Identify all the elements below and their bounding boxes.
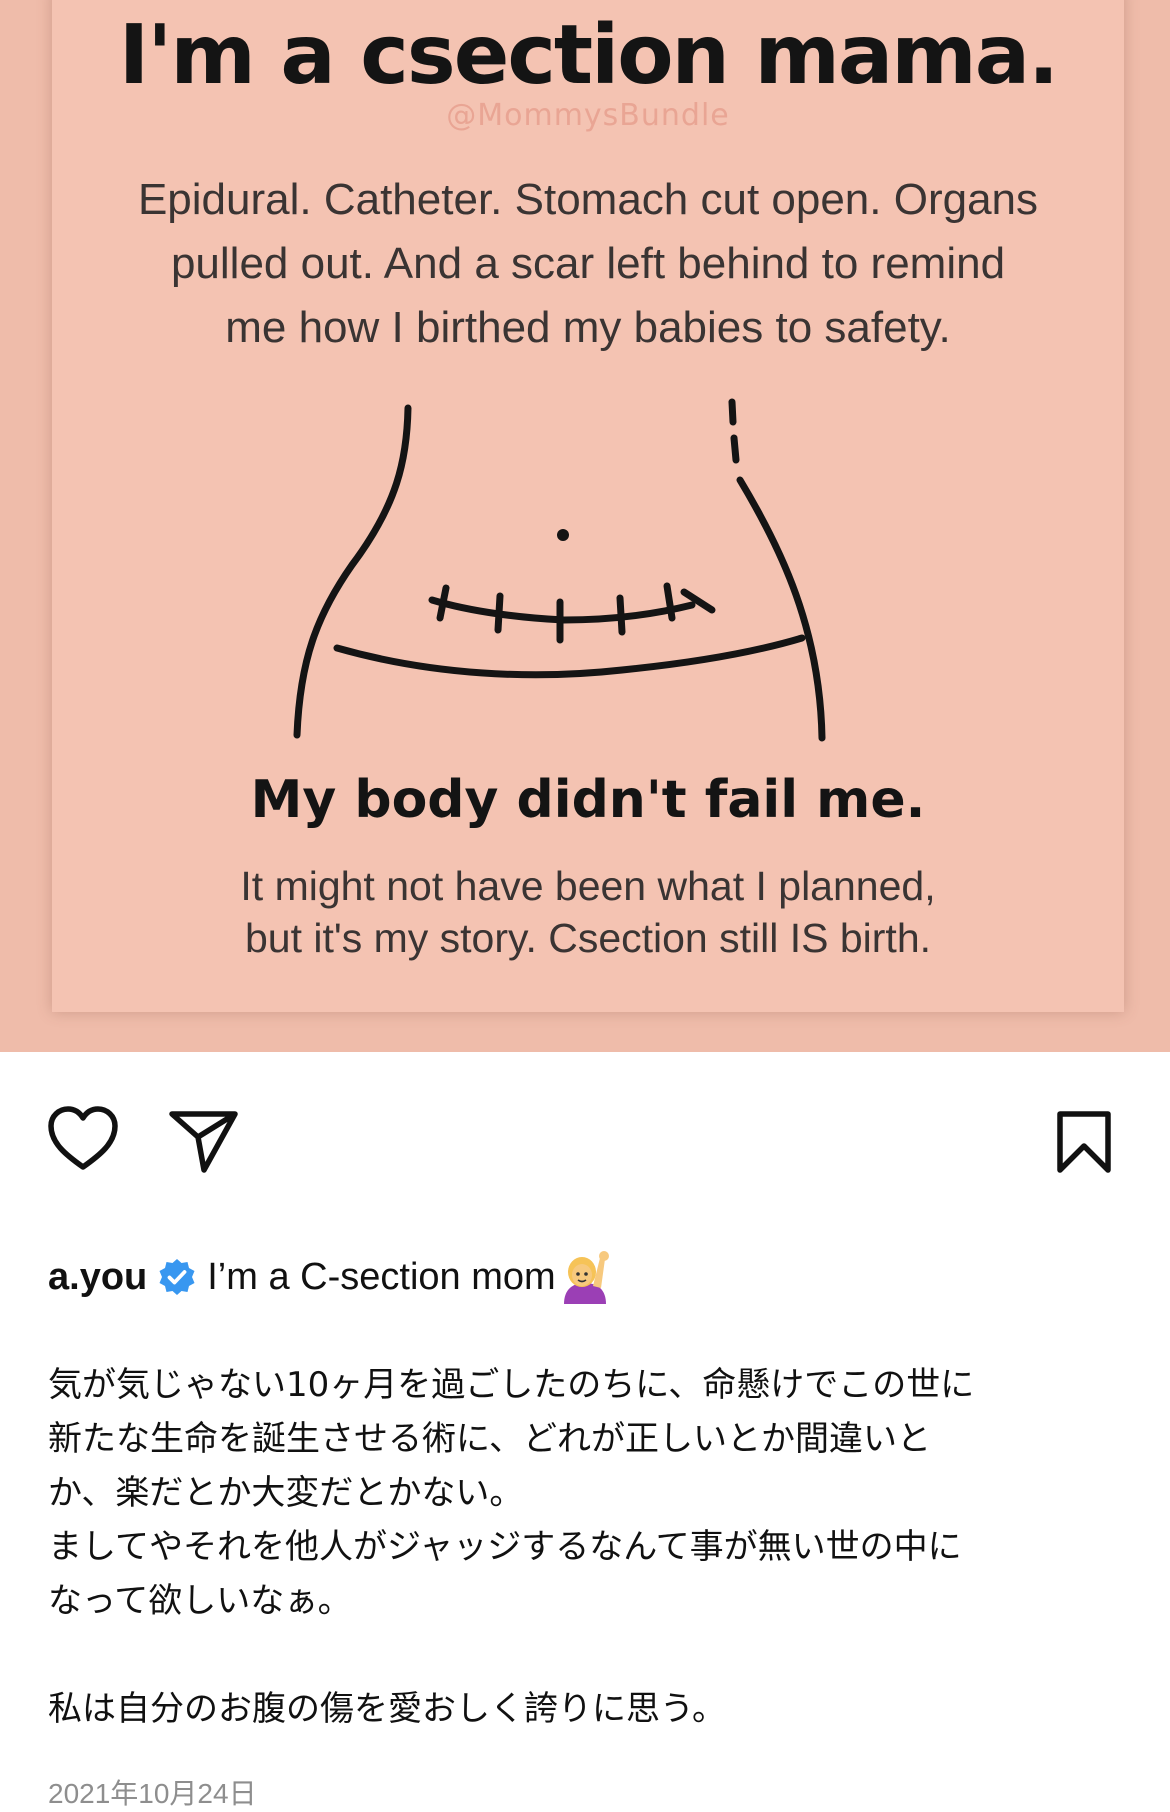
graphic-card: I'm a csection mama. @MommysBundle Epidu… (52, 0, 1124, 1012)
caption-line: か、楽だとか大変だとかない。 (48, 1473, 524, 1513)
caption-line: なって欲しいなぁ。 (48, 1581, 352, 1621)
right-contour-dash (730, 434, 740, 464)
left-body-contour (293, 404, 412, 739)
paper-plane-icon (169, 1111, 238, 1173)
caption-line: ましてやそれを他人がジャッジするなんて事が無い世の中に (48, 1527, 962, 1567)
share-button[interactable] (168, 1109, 240, 1179)
caption-line: 新たな生命を誕生させる術に、どれが正しいとか間違いと (48, 1419, 931, 1459)
like-button[interactable] (46, 1105, 120, 1177)
verified-badge-icon (157, 1257, 197, 1297)
caption-line: 私は自分のお腹の傷を愛おしく誇りに思う。 (48, 1689, 726, 1729)
graphic-note-line: It might not have been what I planned, (240, 863, 936, 909)
save-button[interactable] (1054, 1110, 1114, 1180)
post-date: 2021年10月24日 (48, 1778, 257, 1809)
username-link[interactable]: a.you (48, 1256, 147, 1299)
scar-stitch (436, 584, 450, 622)
caption-headline: a.you I’m a C-section mom (48, 1250, 610, 1304)
heart-icon (48, 1106, 118, 1170)
right-contour-dash (728, 398, 737, 426)
caption-body: 気が気じゃない10ヶ月を過ごしたのちに、命懸けでこの世に 新たな生命を誕生させる… (48, 1358, 1138, 1736)
scar-stitch (494, 592, 504, 634)
hip-line (333, 634, 806, 679)
graphic-slogan: My body didn't fail me. (250, 770, 926, 830)
bookmark-icon (1057, 1111, 1111, 1173)
navel-dot (557, 529, 569, 541)
graphic-note-line: but it's my story. Csection still IS bir… (244, 915, 932, 961)
post-image[interactable]: I'm a csection mama. @MommysBundle Epidu… (0, 0, 1170, 1052)
post-action-bar (0, 1105, 1170, 1180)
caption-line: 気が気じゃない10ヶ月を過ごしたのちに、命懸けでこの世に (48, 1365, 975, 1405)
scar-stitch (616, 594, 626, 636)
person-raising-hand-emoji (560, 1250, 610, 1304)
scar-stitch (663, 582, 676, 622)
caption-headline-text: I’m a C-section mom (207, 1255, 556, 1298)
right-body-contour (736, 476, 826, 742)
graphic-note-text: It might not have been what I planned, b… (112, 860, 1064, 964)
